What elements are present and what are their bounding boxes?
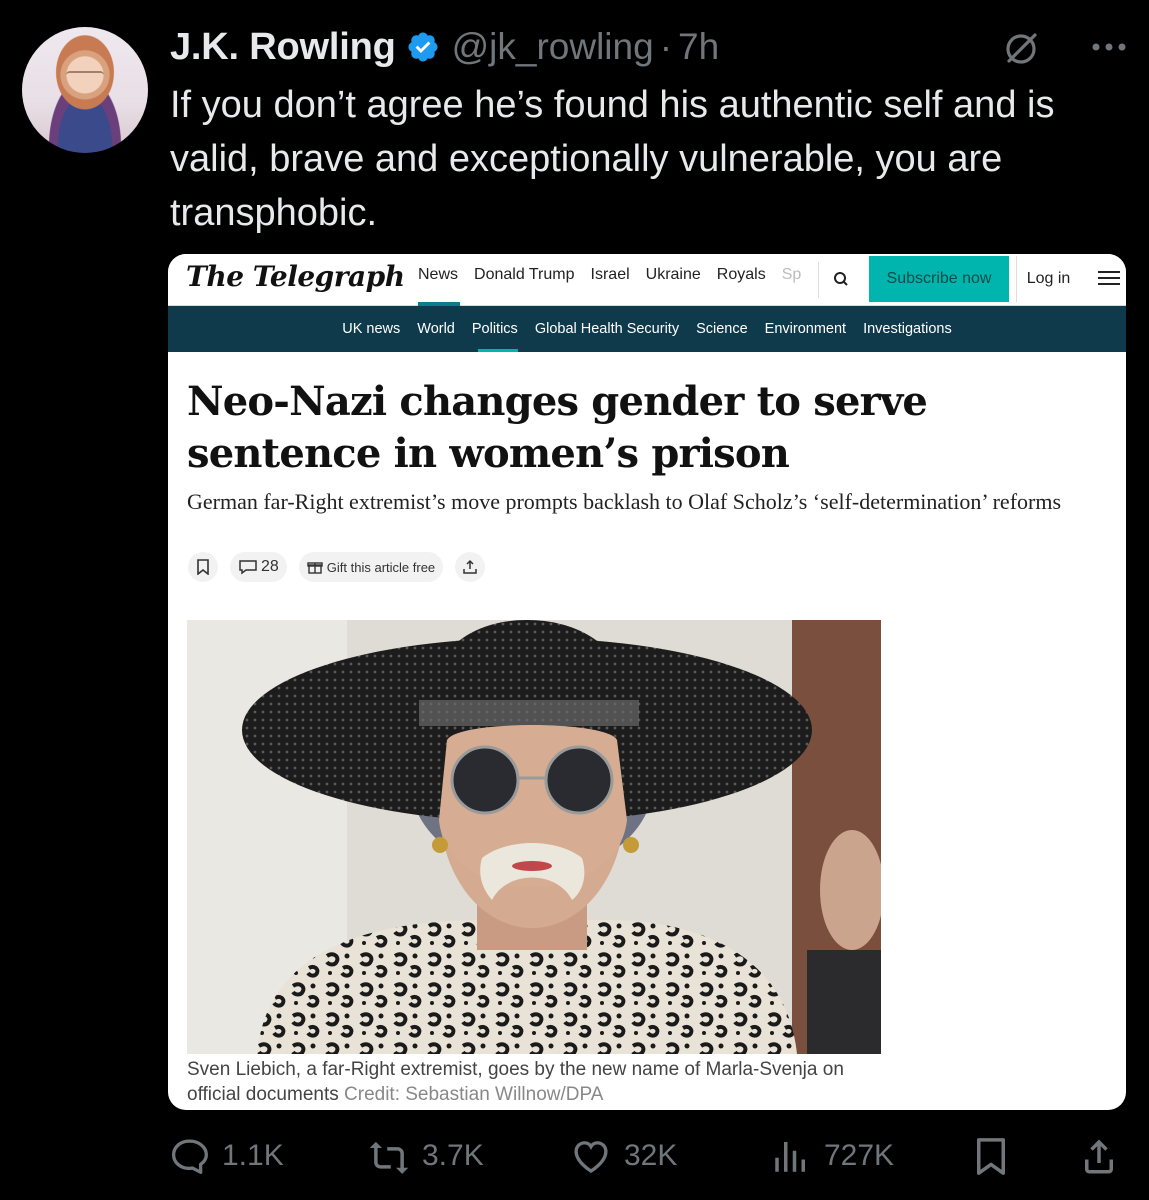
- attached-image-card[interactable]: The Telegraph News Donald Trump Israel U…: [168, 254, 1126, 1110]
- telegraph-subnav: UK news World Politics Global Health Sec…: [168, 306, 1126, 352]
- verified-badge-icon: [408, 32, 438, 62]
- like-button[interactable]: 32K: [570, 1126, 677, 1186]
- telegraph-nav: News Donald Trump Israel Ukraine Royals …: [418, 266, 801, 284]
- share-icon: [1085, 1139, 1113, 1174]
- bookmark-button[interactable]: [970, 1126, 1024, 1186]
- subnav-item: Politics: [471, 321, 518, 337]
- repost-count: 3.7K: [422, 1139, 484, 1172]
- view-count: 727K: [824, 1139, 895, 1172]
- article-headline: Neo-Nazi changes gender to serve sentenc…: [187, 378, 928, 477]
- gift-icon: [307, 562, 323, 574]
- like-count: 32K: [624, 1139, 678, 1172]
- analytics-icon: [775, 1142, 805, 1172]
- article-standfirst: German far-Right extremist’s move prompt…: [187, 489, 1062, 514]
- repost-button[interactable]: 3.7K: [368, 1126, 484, 1186]
- subnav-item: World: [417, 321, 455, 337]
- telegraph-search: [818, 262, 862, 298]
- nav-item: News: [418, 266, 459, 283]
- comments-button: 28: [230, 552, 287, 582]
- tweet-text: If you don’t agree he’s found his authen…: [170, 84, 1055, 234]
- nav-item: Israel: [590, 266, 630, 283]
- tweet-header: J.K. Rowling @jk_rowling · 7h: [170, 24, 1129, 70]
- grok-icon[interactable]: [1001, 28, 1041, 68]
- more-options-icon[interactable]: [1091, 42, 1127, 52]
- comment-icon: [239, 560, 257, 575]
- subnav-item: Environment: [764, 321, 847, 337]
- portrait-illustration: [187, 620, 881, 1054]
- gift-label: Gift this article free: [326, 559, 436, 575]
- tweet-actions-bar: 1.1K 3.7K 32K 727K: [0, 1126, 1149, 1186]
- share-icon: [463, 559, 477, 574]
- author-name[interactable]: J.K. Rowling: [170, 26, 396, 69]
- subscribe-button: Subscribe now: [869, 256, 1009, 302]
- bookmark-icon: [977, 1138, 1005, 1175]
- nav-item: Donald Trump: [474, 266, 575, 283]
- subnav-item: Science: [696, 321, 748, 337]
- separator-dot: ·: [659, 26, 673, 67]
- repost-icon: [369, 1141, 409, 1174]
- telegraph-logo: The Telegraph: [186, 260, 405, 293]
- article-actions: 28 Gift this article free: [188, 552, 486, 582]
- subnav-item: UK news: [342, 321, 401, 337]
- search-icon: [834, 272, 848, 286]
- subnav-item: Investigations: [863, 321, 952, 337]
- avatar-detail: [66, 71, 104, 81]
- bookmark-icon: [197, 559, 209, 575]
- hamburger-menu-icon: [1098, 271, 1120, 285]
- heart-icon: [574, 1141, 608, 1173]
- subnav-item: Global Health Security: [534, 321, 680, 337]
- photo-credit: Credit: Sebastian Willnow/DPA: [344, 1084, 604, 1105]
- login-button: Log in: [1016, 256, 1080, 302]
- reply-icon: [171, 1139, 208, 1174]
- views-button[interactable]: 727K: [770, 1126, 894, 1186]
- nav-item: Ukraine: [645, 266, 701, 283]
- nav-item: Royals: [716, 266, 766, 283]
- nav-item: Sp: [781, 266, 802, 283]
- share-button[interactable]: [1078, 1126, 1132, 1186]
- author-handle[interactable]: @jk_rowling: [452, 26, 654, 68]
- photo-caption: Sven Liebich, a far-Right extremist, goe…: [187, 1057, 887, 1107]
- active-subnav-indicator: [478, 349, 518, 352]
- tweet-timestamp[interactable]: 7h: [678, 26, 719, 68]
- telegraph-top-bar: The Telegraph News Donald Trump Israel U…: [168, 254, 1126, 306]
- comment-count: 28: [261, 558, 279, 575]
- gift-article-button: Gift this article free: [298, 552, 444, 582]
- article-photo: [187, 620, 881, 1054]
- bookmark-button: [188, 552, 218, 582]
- reply-count: 1.1K: [222, 1139, 284, 1172]
- author-avatar[interactable]: [22, 27, 148, 153]
- reply-button[interactable]: 1.1K: [168, 1126, 284, 1186]
- share-article-button: [455, 552, 486, 582]
